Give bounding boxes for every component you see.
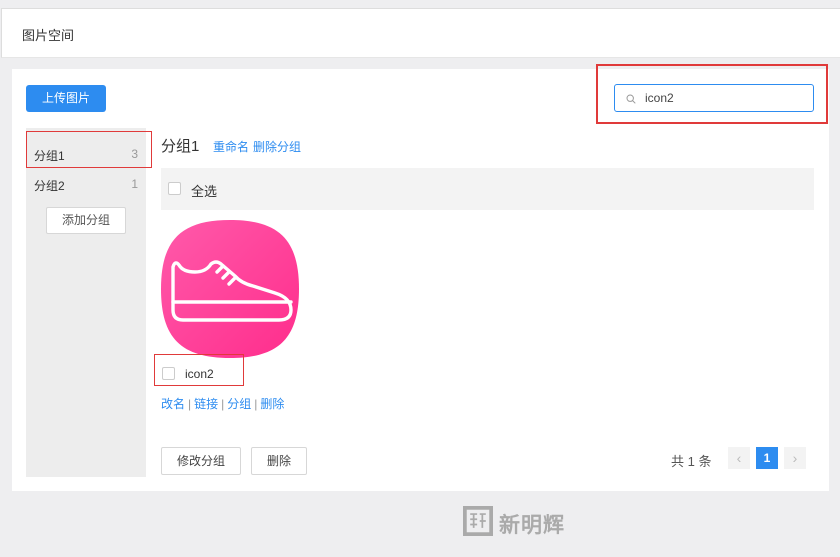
delete-button[interactable]: 删除: [251, 447, 307, 475]
select-all-checkbox[interactable]: [168, 182, 181, 195]
move-group-link[interactable]: 分组: [227, 397, 251, 411]
search-input-value: icon2: [645, 91, 674, 105]
search-icon: [626, 94, 636, 104]
upload-image-button[interactable]: 上传图片: [26, 85, 106, 112]
group-highlight-box: [26, 131, 152, 168]
top-frame: [0, 0, 840, 8]
group-title: 分组1: [161, 138, 200, 155]
select-all-label: 全选: [191, 184, 218, 199]
separator: |: [188, 397, 192, 411]
image-actions: 改名 | 链接 | 分组 | 删除: [161, 395, 284, 412]
group-title-actions: 重命名 删除分组: [213, 138, 305, 155]
chevron-left-icon[interactable]: ‹: [728, 447, 750, 469]
group-name: 分组2: [34, 179, 65, 193]
group-sidebar: 分组1 3 分组2 1 添加分组: [26, 128, 152, 477]
chevron-right-icon[interactable]: ›: [784, 447, 806, 469]
rename-image-link[interactable]: 改名: [161, 397, 185, 411]
separator: |: [221, 397, 225, 411]
delete-image-link[interactable]: 删除: [260, 397, 284, 411]
copy-link-link[interactable]: 链接: [194, 397, 218, 411]
image-thumbnail[interactable]: [161, 220, 299, 358]
watermark: 新明辉: [463, 506, 575, 538]
pager-page-current[interactable]: 1: [756, 447, 778, 469]
image-space-panel: 上传图片 icon2 分组1 3 分组2 1 添加分组 分组1 重命名 删除分组 …: [12, 64, 829, 491]
group-content: 分组1 重命名 删除分组 全选 icon2 改名 | 链接 | 分组 | 删除 …: [154, 128, 814, 477]
pager-total: 共 1 条: [671, 454, 712, 469]
add-group-button[interactable]: 添加分组: [46, 207, 126, 234]
select-all-bar: 全选: [161, 168, 814, 210]
delete-group-link[interactable]: 删除分组: [253, 140, 301, 154]
search-input[interactable]: icon2: [614, 84, 814, 112]
image-checkbox[interactable]: [162, 367, 175, 380]
rename-group-link[interactable]: 重命名: [213, 140, 249, 154]
watermark-logo-icon: [463, 506, 493, 536]
page-header: 图片空间: [1, 8, 840, 58]
modify-group-button[interactable]: 修改分组: [161, 447, 241, 475]
watermark-text: 新明辉: [499, 512, 565, 537]
sidebar-item-group-2[interactable]: 分组2 1: [26, 168, 146, 198]
image-name: icon2: [185, 367, 214, 381]
page-title: 图片空间: [22, 28, 75, 43]
group-count: 1: [131, 177, 138, 191]
separator: |: [254, 397, 258, 411]
